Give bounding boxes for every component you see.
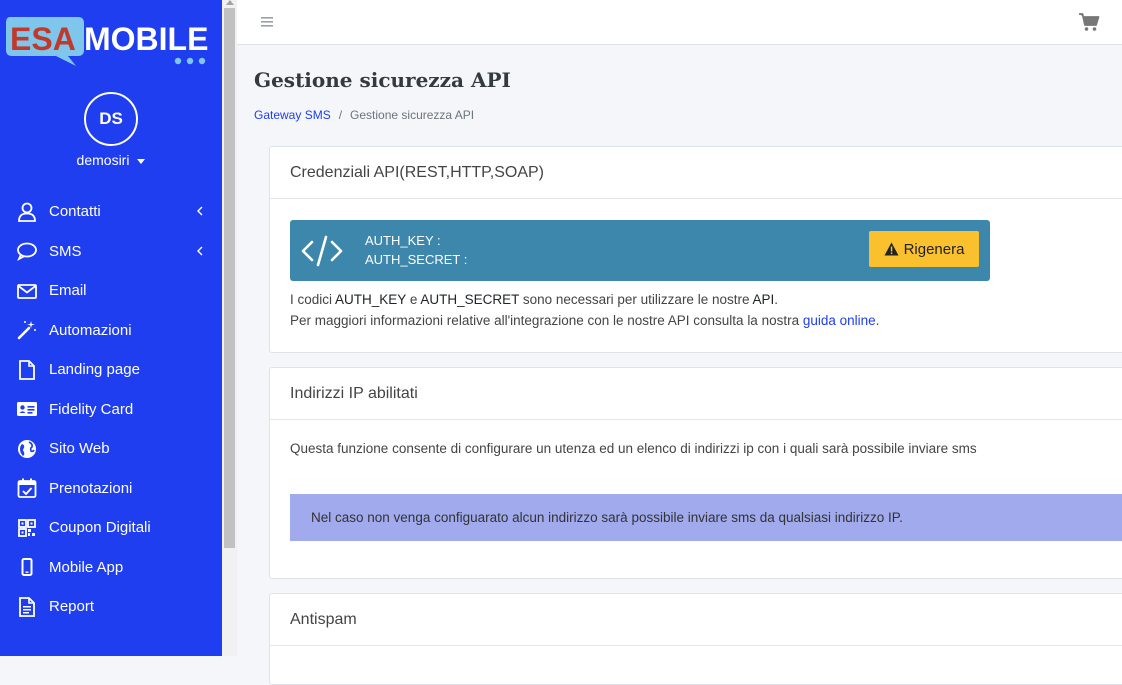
sidebar-item-sito-web[interactable]: Sito Web: [0, 429, 222, 469]
scrollbar-thumb[interactable]: [224, 8, 235, 548]
ip-description: Questa funzione consente di configurare …: [290, 441, 977, 456]
card-title: Indirizzi IP abilitati: [270, 368, 1122, 420]
api-info-text: I codici AUTH_KEY e AUTH_SECRET sono nec…: [290, 289, 1122, 331]
api-keys-list: AUTH_KEY : AUTH_SECRET :: [365, 231, 467, 269]
api-credentials-card: Credenziali API(REST,HTTP,SOAP) AUTH_KEY…: [269, 146, 1122, 353]
sidebar-item-label: Email: [49, 282, 87, 300]
info-text: e: [406, 292, 421, 307]
info-text: Per maggiori informazioni relative all'i…: [290, 313, 803, 328]
ip-notice-alert: Nel caso non venga configuarato alcun in…: [290, 494, 1122, 541]
api-info-line-1: I codici AUTH_KEY e AUTH_SECRET sono nec…: [290, 289, 1122, 310]
qrcode-icon: [16, 517, 38, 539]
card-title: Antispam: [270, 594, 1122, 646]
info-text: I codici: [290, 292, 336, 307]
sidebar-item-label: Report: [49, 598, 95, 616]
mobile-icon: [16, 556, 38, 578]
esamobile-logo[interactable]: ESA MOBILE: [6, 14, 210, 70]
sidebar-item-automazioni[interactable]: Automazioni: [0, 311, 222, 351]
username-label: demosiri: [76, 152, 130, 168]
info-auth-key: AUTH_KEY: [335, 292, 407, 307]
online-guide-link[interactable]: guida online: [803, 313, 876, 328]
chevron-left-icon: [197, 206, 203, 216]
sidebar-item-prenotazioni[interactable]: Prenotazioni: [0, 469, 222, 509]
sidebar-item-label: Fidelity Card: [49, 400, 134, 418]
api-keys-box: AUTH_KEY : AUTH_SECRET : Rigenera: [290, 220, 990, 281]
envelope-icon: [16, 280, 38, 302]
antispam-card: Antispam: [269, 593, 1122, 685]
sidebar-item-coupon-digitali[interactable]: Coupon Digitali: [0, 508, 222, 548]
user-icon: [16, 201, 38, 223]
info-text: sono necessari per utilizzare le nostre: [519, 292, 753, 307]
logo-mobile-text: MOBILE: [84, 21, 208, 57]
chat-bubble-icon: [16, 240, 38, 262]
sidebar-item-mobile-app[interactable]: Mobile App: [0, 548, 222, 588]
sidebar-item-landing-page[interactable]: Landing page: [0, 350, 222, 390]
report-icon: [16, 596, 38, 618]
id-card-icon: [16, 398, 38, 420]
sidebar-item-contatti[interactable]: Contatti: [0, 192, 222, 232]
sidebar-item-email[interactable]: Email: [0, 271, 222, 311]
auth-secret-label: AUTH_SECRET :: [365, 252, 468, 267]
page-title: Gestione sicurezza API: [254, 68, 511, 92]
user-menu-toggle[interactable]: demosiri: [0, 152, 222, 168]
sidebar-item-label: Prenotazioni: [49, 479, 133, 497]
caret-down-icon: [137, 158, 146, 164]
info-text: .: [875, 313, 880, 328]
sidebar: ESA MOBILE DS demosiri Contatti SMS Emai…: [0, 0, 222, 656]
warning-icon: [884, 242, 899, 256]
sidebar-item-report[interactable]: Report: [0, 587, 222, 627]
sidebar-item-label: Mobile App: [49, 558, 124, 576]
sidebar-item-label: Sito Web: [49, 440, 110, 458]
chevron-left-icon: [197, 246, 203, 255]
sidebar-item-label: SMS: [49, 242, 82, 260]
info-auth-secret: AUTH_SECRET: [420, 292, 520, 307]
breadcrumb-current: Gestione sicurezza API: [350, 108, 475, 122]
regenerate-button[interactable]: Rigenera: [869, 231, 979, 267]
sidebar-item-label: Coupon Digitali: [49, 519, 151, 537]
sidebar-item-fidelity-card[interactable]: Fidelity Card: [0, 390, 222, 430]
scroll-up-arrow-icon[interactable]: [226, 0, 234, 5]
user-avatar[interactable]: DS: [84, 92, 138, 146]
enabled-ip-card: Indirizzi IP abilitati Questa funzione c…: [269, 367, 1122, 579]
sidebar-scrollbar[interactable]: [222, 0, 237, 656]
regenerate-label: Rigenera: [903, 240, 965, 258]
breadcrumb: Gateway SMS / Gestione sicurezza API: [254, 108, 474, 122]
info-text: .: [774, 292, 779, 307]
sidebar-item-label: Contatti: [49, 203, 101, 221]
calendar-check-icon: [16, 477, 38, 499]
logo-esa-text: ESA: [10, 21, 76, 57]
sidebar-item-sms[interactable]: SMS: [0, 232, 222, 272]
globe-icon: [16, 438, 38, 460]
top-navbar: [237, 0, 1122, 45]
card-title: Credenziali API(REST,HTTP,SOAP): [270, 147, 1122, 199]
code-icon: [301, 235, 343, 267]
cart-icon[interactable]: [1078, 12, 1100, 32]
auth-key-label: AUTH_KEY :: [365, 233, 441, 248]
info-api: API: [752, 292, 775, 307]
sidebar-menu: Contatti SMS Email Automazioni Landing p…: [0, 192, 222, 627]
sidebar-item-label: Automazioni: [49, 321, 132, 339]
hamburger-icon[interactable]: [259, 14, 275, 30]
api-info-line-2: Per maggiori informazioni relative all'i…: [290, 310, 1122, 331]
breadcrumb-link-gateway-sms[interactable]: Gateway SMS: [254, 108, 331, 122]
magic-wand-icon: [16, 319, 38, 341]
breadcrumb-separator: /: [338, 108, 343, 122]
file-icon: [16, 359, 38, 381]
sidebar-item-label: Landing page: [49, 361, 140, 379]
